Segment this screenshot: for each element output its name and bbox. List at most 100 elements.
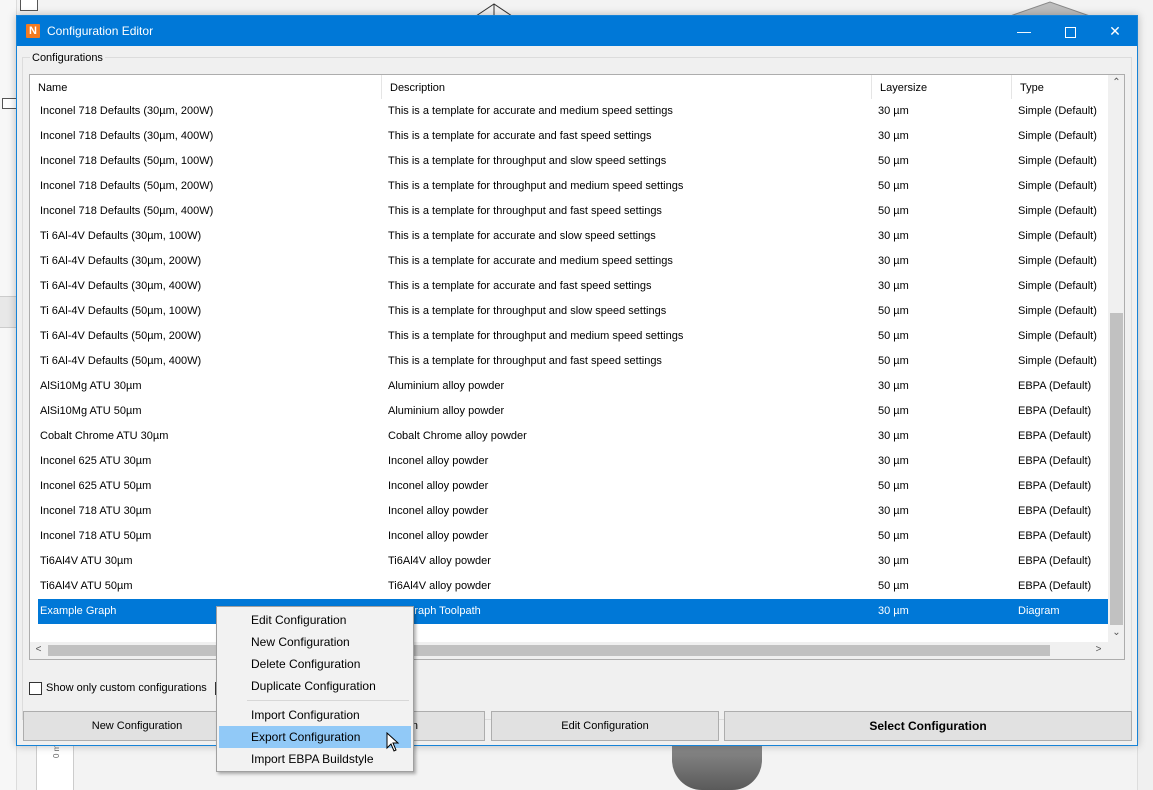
mouse-cursor-icon: [386, 732, 400, 752]
table-row[interactable]: AlSi10Mg ATU 50µm Aluminium alloy powder 5…: [30, 399, 1108, 424]
column-header-description[interactable]: Description: [382, 75, 872, 99]
cell-layersize: 50 µm: [878, 155, 909, 167]
cell-type: EBPA (Default): [1018, 455, 1092, 467]
cell-description: This is a template for throughput and fa…: [388, 205, 662, 217]
cell-name: Inconel 718 ATU 50µm: [40, 530, 152, 542]
column-header-layersize[interactable]: Layersize: [872, 75, 1012, 99]
cell-type: Simple (Default): [1018, 330, 1097, 342]
table-row[interactable]: Ti 6Al-4V Defaults (30µm, 200W) This is a…: [30, 249, 1108, 274]
cell-layersize: 30 µm: [878, 130, 909, 142]
cell-description: Cobalt Chrome alloy powder: [388, 430, 527, 442]
cell-description: This is a template for throughput and sl…: [388, 155, 667, 167]
table-row[interactable]: Ti 6Al-4V Defaults (30µm, 100W) This is a…: [30, 224, 1108, 249]
background-panel: [0, 296, 16, 328]
list-header: Name Description Layersize Type: [30, 75, 1108, 99]
select-configuration-button[interactable]: Select Configuration: [724, 711, 1132, 741]
cell-description: Inconel alloy powder: [388, 480, 489, 492]
column-header-name[interactable]: Name: [30, 75, 382, 99]
table-row[interactable]: Inconel 718 ATU 30µm Inconel alloy powder…: [30, 499, 1108, 524]
cell-type: Simple (Default): [1018, 280, 1097, 292]
table-row[interactable]: Ti6Al4V ATU 30µm Ti6Al4V alloy powder 30 µ…: [30, 549, 1108, 574]
cell-name: Ti 6Al-4V Defaults (30µm, 200W): [40, 255, 202, 267]
edit-configuration-button[interactable]: Edit Configuration: [491, 711, 719, 741]
menu-item-new-configuration[interactable]: New Configuration: [219, 631, 411, 653]
window-title: Configuration Editor: [47, 24, 154, 38]
cell-type: Simple (Default): [1018, 355, 1097, 367]
folder-icon: [20, 0, 38, 11]
background-right-strip: [1137, 380, 1153, 790]
table-row[interactable]: Ti 6Al-4V Defaults (50µm, 200W) This is a…: [30, 324, 1108, 349]
horizontal-scroll-thumb[interactable]: [48, 645, 1050, 656]
table-row[interactable]: AlSi10Mg ATU 30µm Aluminium alloy powder 3…: [30, 374, 1108, 399]
cell-type: EBPA (Default): [1018, 505, 1092, 517]
column-header-type[interactable]: Type: [1012, 75, 1108, 99]
menu-separator: [247, 700, 409, 701]
cell-layersize: 30 µm: [878, 430, 909, 442]
table-row[interactable]: Inconel 718 Defaults (50µm, 400W) This is…: [30, 199, 1108, 224]
cell-type: Simple (Default): [1018, 105, 1097, 117]
cell-name: Ti 6Al-4V Defaults (50µm, 400W): [40, 355, 202, 367]
configurations-list[interactable]: Name Description Layersize Type Inconel …: [29, 74, 1125, 660]
cell-description: This is a template for accurate and fast…: [388, 280, 652, 292]
menu-item-delete-configuration[interactable]: Delete Configuration: [219, 653, 411, 675]
menu-item-duplicate-configuration[interactable]: Duplicate Configuration: [219, 675, 411, 697]
custom-only-checkbox[interactable]: [29, 682, 42, 695]
cell-type: EBPA (Default): [1018, 405, 1092, 417]
cell-name: Ti 6Al-4V Defaults (50µm, 100W): [40, 305, 202, 317]
cell-name: Inconel 718 Defaults (50µm, 200W): [40, 180, 214, 192]
cell-description: This is a template for accurate and slow…: [388, 230, 656, 242]
vertical-scrollbar[interactable]: ⌃ ⌄: [1108, 75, 1124, 642]
cell-name: Inconel 718 ATU 30µm: [40, 505, 152, 517]
cell-layersize: 30 µm: [878, 455, 909, 467]
minimize-button[interactable]: —: [1001, 16, 1047, 46]
table-row[interactable]: Example Graph ple Graph Toolpath 30 µm Diag…: [38, 599, 1108, 624]
table-row[interactable]: Ti 6Al-4V Defaults (50µm, 400W) This is a…: [30, 349, 1108, 374]
table-row[interactable]: Cobalt Chrome ATU 30µm Cobalt Chrome allo…: [30, 424, 1108, 449]
table-row[interactable]: Inconel 718 ATU 50µm Inconel alloy powder…: [30, 524, 1108, 549]
table-row[interactable]: Inconel 718 Defaults (30µm, 400W) This is…: [30, 124, 1108, 149]
cell-layersize: 30 µm: [878, 605, 909, 617]
table-row[interactable]: Inconel 625 ATU 50µm Inconel alloy powder…: [30, 474, 1108, 499]
close-button[interactable]: ✕: [1092, 16, 1138, 46]
group-label: Configurations: [30, 52, 105, 64]
title-bar[interactable]: N Configuration Editor — ✕: [17, 16, 1137, 46]
cell-description: This is a template for accurate and fast…: [388, 130, 652, 142]
scroll-down-icon[interactable]: ⌄: [1108, 627, 1124, 638]
menu-item-import-ebpa-buildstyle[interactable]: Import EBPA Buildstyle: [219, 748, 411, 770]
vertical-scroll-thumb[interactable]: [1110, 313, 1123, 625]
table-row[interactable]: Inconel 718 Defaults (30µm, 200W) This is…: [30, 99, 1108, 124]
horizontal-scrollbar[interactable]: < >: [30, 642, 1108, 659]
table-row[interactable]: Ti 6Al-4V Defaults (30µm, 400W) This is a…: [30, 274, 1108, 299]
cell-name: Inconel 718 Defaults (30µm, 400W): [40, 130, 214, 142]
cell-description: Aluminium alloy powder: [388, 405, 505, 417]
cell-type: EBPA (Default): [1018, 430, 1092, 442]
cell-name: Ti6Al4V ATU 50µm: [40, 580, 133, 592]
cell-name: Ti6Al4V ATU 30µm: [40, 555, 133, 567]
cell-description: Inconel alloy powder: [388, 455, 489, 467]
cell-description: ple Graph Toolpath: [388, 605, 481, 617]
maximize-icon: [1064, 26, 1076, 38]
cell-description: Inconel alloy powder: [388, 505, 489, 517]
cell-description: This is a template for throughput and me…: [388, 330, 684, 342]
cell-type: EBPA (Default): [1018, 380, 1092, 392]
cell-layersize: 50 µm: [878, 355, 909, 367]
scroll-left-icon[interactable]: <: [30, 644, 47, 655]
table-row[interactable]: Inconel 718 Defaults (50µm, 100W) This is…: [30, 149, 1108, 174]
menu-item-edit-configuration[interactable]: Edit Configuration: [219, 609, 411, 631]
custom-only-label[interactable]: Show only custom configurations: [46, 682, 207, 694]
cell-description: This is a template for accurate and medi…: [388, 255, 673, 267]
scroll-up-icon[interactable]: ⌃: [1108, 77, 1124, 88]
cell-layersize: 50 µm: [878, 405, 909, 417]
table-row[interactable]: Inconel 718 Defaults (50µm, 200W) This is…: [30, 174, 1108, 199]
cell-layersize: 30 µm: [878, 230, 909, 242]
maximize-button[interactable]: [1047, 16, 1093, 46]
table-row[interactable]: Inconel 625 ATU 30µm Inconel alloy powder…: [30, 449, 1108, 474]
cell-name: Ti 6Al-4V Defaults (30µm, 100W): [40, 230, 202, 242]
menu-item-export-configuration[interactable]: Export Configuration: [219, 726, 411, 748]
table-row[interactable]: Ti 6Al-4V Defaults (50µm, 100W) This is a…: [30, 299, 1108, 324]
scroll-right-icon[interactable]: >: [1090, 644, 1107, 655]
cell-type: Simple (Default): [1018, 205, 1097, 217]
cell-type: Simple (Default): [1018, 255, 1097, 267]
menu-item-import-configuration[interactable]: Import Configuration: [219, 704, 411, 726]
table-row[interactable]: Ti6Al4V ATU 50µm Ti6Al4V alloy powder 50 µ…: [30, 574, 1108, 599]
